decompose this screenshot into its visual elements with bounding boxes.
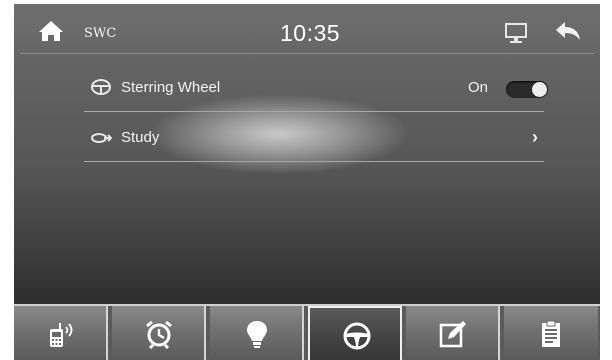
learn-icon [91,133,112,143]
clipboard-icon [542,320,560,347]
study-row[interactable]: Study › [74,114,544,162]
steering-wheel-toggle[interactable] [506,81,548,98]
light-bulb-icon [247,321,267,348]
row-divider [84,161,544,162]
clock: 10:35 [280,20,341,46]
bluetooth-phone-icon [50,323,73,347]
row-divider [84,111,544,112]
toggle-knob [532,82,547,97]
dock-light-button[interactable] [210,306,304,360]
dock-steering-button[interactable] [308,306,402,360]
dock-clipboard-button[interactable] [504,306,598,360]
monitor-icon[interactable] [504,22,528,44]
status-bar: SWC 10:35 [14,4,600,54]
dock-edit-button[interactable] [406,306,500,360]
page-title: SWC [84,26,117,41]
app-screen: SWC 10:35 Sterring Wheel On Study › [14,4,600,360]
back-arrow-icon[interactable] [554,20,582,42]
steering-wheel-icon [343,322,371,350]
home-icon[interactable] [38,20,64,42]
steering-wheel-icon [91,79,111,95]
bottom-dock [14,304,600,360]
dock-phone-button[interactable] [14,306,108,360]
study-label: Study [121,129,160,146]
status-bar-divider [20,53,594,54]
steering-wheel-label: Sterring Wheel [121,79,221,96]
alarm-clock-icon [146,320,172,349]
edit-note-icon [439,321,466,348]
steering-wheel-state: On [468,79,489,96]
steering-wheel-row[interactable]: Sterring Wheel On [74,64,548,112]
dock-alarm-button[interactable] [112,306,206,360]
chevron-right-icon[interactable]: › [532,127,538,148]
